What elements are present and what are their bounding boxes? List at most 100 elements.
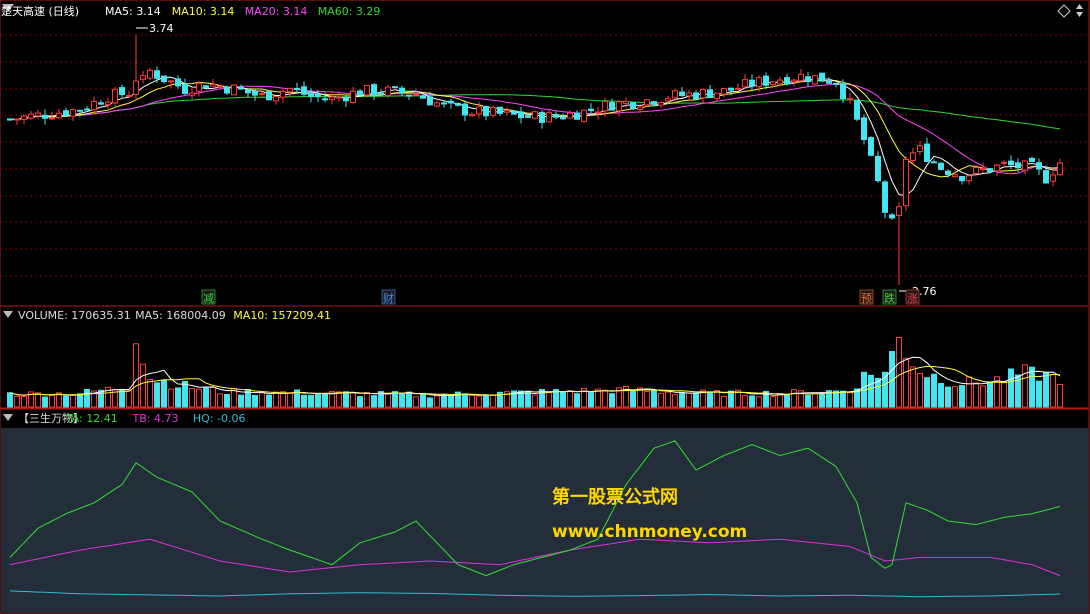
event-marker-label: 跌 — [884, 291, 895, 305]
volume-bar — [161, 379, 167, 408]
candle-body — [945, 170, 951, 176]
candle-body — [756, 77, 762, 88]
candle-body — [1022, 160, 1028, 171]
candle-body — [616, 101, 622, 112]
candle-body — [406, 94, 412, 97]
candle-body — [147, 69, 153, 79]
candle-body — [917, 145, 923, 153]
volume-bar — [980, 385, 986, 408]
price-legend-item-2: MA20: 3.14 — [245, 5, 308, 18]
candle-body — [595, 111, 601, 114]
stock-chart: 楚天高速 (日线) MA5: 3.14 MA10: 3.14 MA20: 3.14 M… — [0, 0, 1090, 614]
candle-body — [903, 158, 909, 207]
volume-bar — [546, 391, 552, 408]
candle-body — [70, 109, 76, 117]
candle-body — [693, 92, 699, 100]
candle-body — [301, 86, 307, 95]
candle-body — [973, 167, 979, 174]
price-legend: 楚天高速 (日线) MA5: 3.14 MA10: 3.14 MA20: 3.14 M… — [1, 4, 380, 18]
candle-body — [735, 87, 741, 90]
candle-body — [637, 106, 643, 111]
candle-body — [259, 93, 265, 96]
candle-body — [105, 101, 111, 106]
volume-bar — [343, 391, 349, 408]
volume-bar — [119, 389, 125, 408]
candle-body — [931, 161, 937, 164]
candle-body — [798, 73, 804, 82]
candle-body — [154, 70, 160, 79]
volume-bar — [308, 394, 314, 408]
event-marker-label: 预 — [861, 292, 872, 305]
candle-body — [378, 92, 384, 95]
volume-bar — [336, 391, 342, 408]
candle-body — [525, 115, 531, 118]
candle-body — [959, 175, 965, 182]
candle-body — [504, 110, 510, 113]
volume-bar — [14, 395, 20, 408]
volume-bar — [252, 394, 258, 408]
volume-bar — [602, 389, 608, 408]
candle-body — [896, 206, 902, 216]
volume-bar — [693, 392, 699, 408]
candle-body — [700, 89, 706, 99]
candle-body — [539, 112, 545, 123]
candle-body — [980, 167, 986, 170]
candle-body — [287, 87, 293, 93]
candle-body — [826, 80, 832, 84]
volume-bar — [847, 392, 853, 408]
candle-body — [910, 152, 916, 161]
candle-body — [56, 112, 62, 119]
candle-body — [602, 100, 608, 112]
volume-bar — [217, 393, 223, 408]
volume-bar — [315, 392, 321, 408]
volume-bar — [931, 373, 937, 408]
volume-bar — [756, 396, 762, 408]
volume-bar — [805, 394, 811, 408]
candle-body — [35, 112, 41, 117]
watermark-url: www.chnmoney.com — [552, 522, 747, 542]
volume-bar — [350, 392, 356, 408]
candle-body — [1015, 162, 1021, 169]
volume-bar — [644, 390, 650, 408]
candle-body — [882, 181, 888, 213]
candle-body — [840, 83, 846, 100]
candle-body — [721, 87, 727, 95]
candle-body — [126, 95, 132, 98]
volume-bar — [63, 395, 69, 408]
volume-bar — [770, 396, 776, 408]
volume-bar — [784, 394, 790, 408]
volume-bar — [175, 387, 181, 408]
volume-bar — [896, 337, 902, 408]
volume-bar — [749, 395, 755, 408]
volume-bar — [987, 381, 993, 408]
volume-bar — [959, 385, 965, 408]
volume-bar — [868, 374, 874, 408]
candle-body — [266, 91, 272, 101]
candle-body — [441, 102, 447, 105]
volume-bar — [1001, 380, 1007, 408]
candle-body — [728, 87, 734, 91]
candle-body — [560, 116, 566, 120]
candle-body — [315, 93, 321, 98]
volume-bar — [273, 391, 279, 408]
volume-bar — [434, 395, 440, 408]
volume-bar — [791, 389, 797, 408]
price-legend-item-1: MA10: 3.14 — [172, 5, 235, 18]
candle-body — [952, 174, 958, 178]
candle-body — [140, 75, 146, 80]
candle-body — [1050, 174, 1056, 182]
high-price-label: 3.74 — [149, 22, 174, 35]
volume-bar — [945, 386, 951, 408]
candle-body — [966, 175, 972, 182]
candle-body — [532, 111, 538, 119]
candle-body — [1008, 160, 1014, 166]
candle-body — [49, 117, 55, 120]
volume-legend: VOLUME: 170635.31 MA5: 168004.09 MA10: 157… — [3, 309, 331, 322]
candle-body — [868, 137, 874, 156]
candle-body — [574, 112, 580, 120]
volume-bar — [924, 377, 930, 408]
volume-bar — [35, 392, 41, 408]
candle-body — [434, 102, 440, 107]
candle-body — [875, 155, 881, 182]
volume-bar — [609, 393, 615, 408]
